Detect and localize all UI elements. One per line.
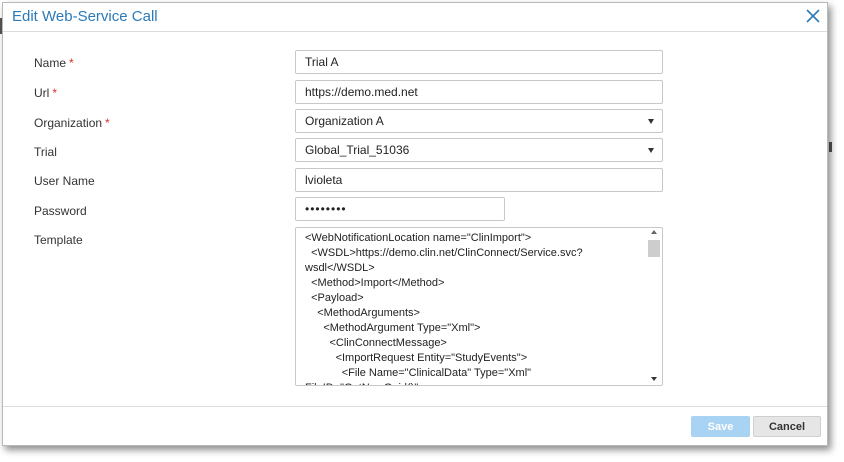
edit-web-service-dialog: Edit Web-Service Call Name* Url* Organiz…	[2, 2, 828, 446]
username-field[interactable]	[295, 168, 663, 192]
cancel-button[interactable]: Cancel	[753, 416, 821, 437]
trial-value: Global_Trial_51036	[305, 143, 410, 157]
backdrop-edge	[829, 142, 832, 152]
trial-select[interactable]: Global_Trial_51036	[295, 138, 663, 162]
required-marker: *	[69, 56, 74, 70]
scroll-up-icon[interactable]	[651, 230, 657, 234]
trial-label-text: Trial	[34, 145, 57, 159]
caret-down-icon	[648, 148, 654, 153]
dialog-header: Edit Web-Service Call	[3, 3, 827, 32]
username-label-text: User Name	[34, 174, 95, 188]
close-icon	[806, 9, 820, 23]
organization-value: Organization A	[305, 114, 384, 128]
password-label: Password	[34, 204, 87, 218]
template-scrollbar[interactable]	[648, 230, 660, 383]
scrollbar-thumb[interactable]	[648, 240, 660, 257]
trial-label: Trial	[34, 145, 57, 159]
template-label-text: Template	[34, 233, 83, 247]
organization-select[interactable]: Organization A	[295, 109, 663, 133]
caret-down-icon	[648, 119, 654, 124]
url-label: Url *	[34, 86, 57, 100]
dialog-footer: Save Cancel	[3, 406, 827, 445]
url-label-text: Url	[34, 86, 50, 100]
dialog-body: Name* Url* Organization* Organization A …	[3, 32, 827, 408]
template-textarea[interactable]: <WebNotificationLocation name="ClinImpor…	[295, 227, 663, 386]
password-field[interactable]: ••••••••	[295, 197, 505, 221]
required-marker: *	[52, 86, 57, 100]
url-field[interactable]	[295, 80, 663, 104]
name-label: Name *	[34, 56, 74, 70]
organization-label: Organization *	[34, 116, 110, 130]
organization-label-text: Organization	[34, 116, 103, 130]
scroll-down-icon[interactable]	[651, 377, 657, 381]
template-label: Template	[34, 233, 83, 247]
required-marker: *	[105, 116, 110, 130]
password-value: ••••••••	[305, 202, 347, 216]
name-field[interactable]	[295, 50, 663, 74]
name-label-text: Name	[34, 56, 67, 70]
username-label: User Name	[34, 174, 95, 188]
save-button[interactable]: Save	[691, 416, 750, 437]
template-text: <WebNotificationLocation name="ClinImpor…	[305, 232, 583, 385]
close-button[interactable]	[803, 6, 823, 26]
dialog-title: Edit Web-Service Call	[12, 8, 158, 25]
password-label-text: Password	[34, 204, 87, 218]
